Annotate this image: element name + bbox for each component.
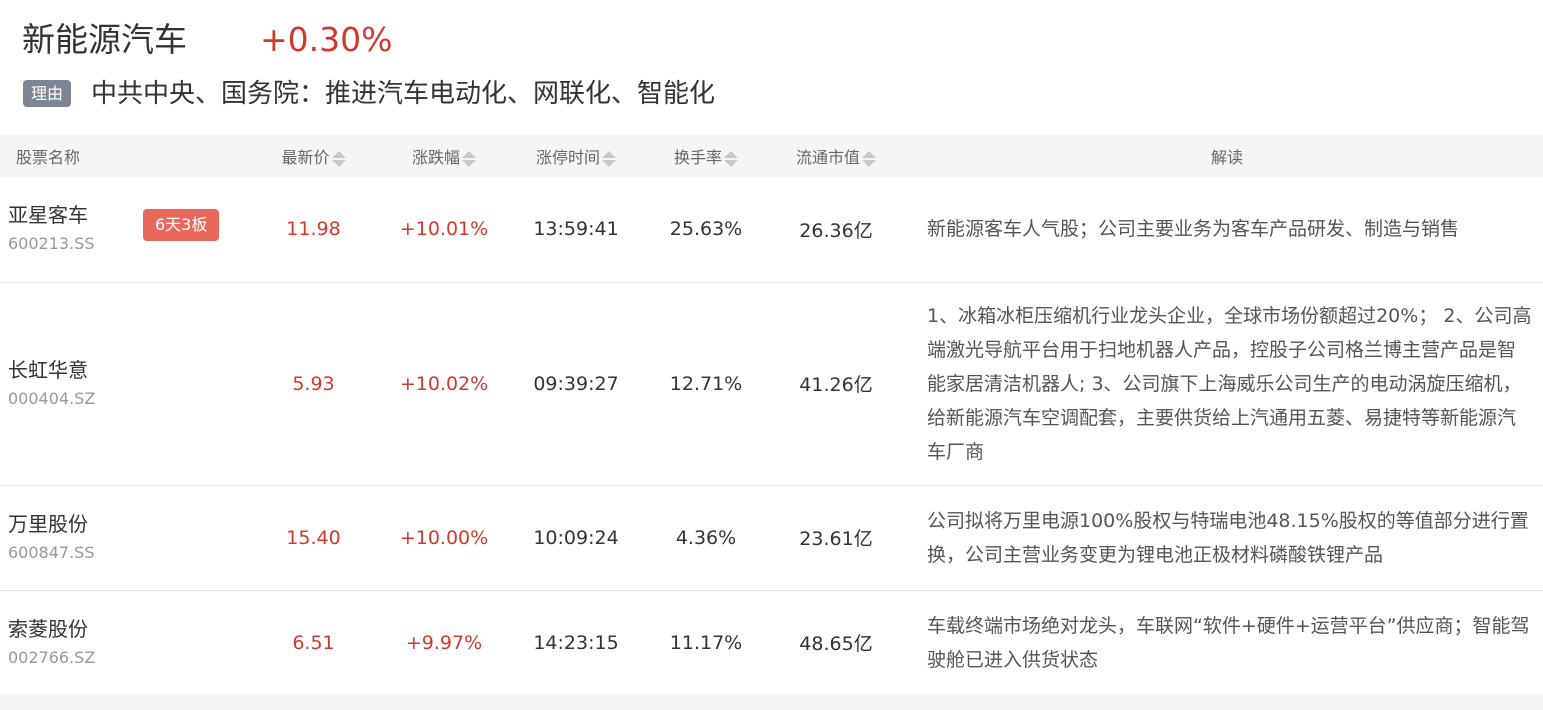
col-header-name: 股票名称	[0, 135, 240, 177]
market-cap-cell: 23.61亿	[799, 528, 873, 550]
table-row[interactable]: 万里股份 600847.SS 15.40 +10.00% 10:09:24 4.…	[0, 485, 1543, 590]
limit-time-cell: 09:39:27	[533, 372, 619, 395]
stock-name-cell[interactable]: 亚星客车 600213.SS 6天3板	[0, 177, 240, 282]
sort-icon[interactable]	[602, 150, 616, 168]
stock-name[interactable]: 万里股份	[8, 510, 240, 538]
change-cell: +9.97%	[405, 631, 483, 654]
table-row[interactable]: 长虹华意 000404.SZ 5.93 +10.02% 09:39:27 12.…	[0, 282, 1543, 485]
reason-text: 中共中央、国务院：推进汽车电动化、网联化、智能化	[91, 79, 716, 109]
col-header-change-label: 涨跌幅	[411, 148, 460, 167]
reason-badge: 理由	[23, 80, 71, 107]
sort-icon[interactable]	[331, 150, 346, 168]
stock-table: 股票名称 最新价 涨跌幅 涨停时间 换手率 流通市值 解读 亚星客车 60021…	[0, 135, 1543, 695]
sort-icon[interactable]	[462, 150, 476, 168]
col-header-market-cap[interactable]: 流通市值	[761, 135, 911, 177]
table-footer-strip	[0, 694, 1543, 710]
price-cell: 5.93	[292, 372, 335, 395]
change-cell: +10.00%	[399, 526, 489, 549]
price-cell: 11.98	[286, 218, 341, 241]
table-row[interactable]: 亚星客车 600213.SS 6天3板 11.98 +10.01% 13:59:…	[0, 177, 1543, 282]
col-header-change[interactable]: 涨跌幅	[387, 135, 501, 177]
market-cap-cell: 48.65亿	[799, 633, 873, 656]
change-cell: +10.01%	[399, 218, 489, 241]
table-header-row: 股票名称 最新价 涨跌幅 涨停时间 换手率 流通市值 解读	[0, 135, 1543, 177]
col-header-analysis: 解读	[911, 135, 1543, 177]
limit-time-cell: 13:59:41	[533, 218, 619, 241]
analysis-cell: 1、冰箱冰柜压缩机行业龙头企业，全球市场份额超过20%； 2、公司高端激光导航平…	[927, 304, 1532, 463]
stock-name[interactable]: 长虹华意	[8, 356, 240, 384]
change-cell: +10.02%	[399, 372, 489, 395]
limit-time-cell: 10:09:24	[533, 526, 619, 549]
stock-name-cell[interactable]: 长虹华意 000404.SZ	[0, 282, 240, 485]
table-row[interactable]: 索菱股份 002766.SZ 6.51 +9.97% 14:23:15 11.1…	[0, 590, 1543, 695]
col-header-turnover-label: 换手率	[673, 148, 722, 167]
col-header-limit-time[interactable]: 涨停时间	[501, 135, 651, 177]
turnover-cell: 25.63%	[669, 218, 743, 241]
col-header-name-label: 股票名称	[16, 148, 81, 167]
market-cap-cell: 26.36亿	[799, 219, 873, 242]
turnover-cell: 4.36%	[675, 526, 737, 549]
sort-icon[interactable]	[724, 150, 738, 168]
analysis-cell: 新能源客车人气股；公司主要业务为客车产品研发、制造与销售	[927, 218, 1460, 241]
sort-icon[interactable]	[862, 150, 876, 168]
col-header-price[interactable]: 最新价	[240, 135, 387, 177]
col-header-limit-time-label: 涨停时间	[535, 148, 600, 167]
col-header-market-cap-label: 流通市值	[795, 148, 860, 167]
limit-time-cell: 14:23:15	[533, 631, 619, 654]
stock-name-cell[interactable]: 万里股份 600847.SS	[0, 485, 240, 590]
market-cap-cell: 41.26亿	[799, 374, 873, 396]
stock-name[interactable]: 索菱股份	[8, 615, 240, 643]
turnover-cell: 11.17%	[669, 631, 743, 654]
stock-code: 600847.SS	[8, 542, 95, 562]
sector-change: +0.30%	[260, 20, 393, 59]
col-header-turnover[interactable]: 换手率	[651, 135, 761, 177]
sector-name: 新能源汽车	[22, 20, 187, 59]
stock-code: 002766.SZ	[8, 647, 96, 667]
price-cell: 6.51	[292, 631, 335, 654]
limit-board-badge: 6天3板	[143, 209, 220, 242]
stock-name-cell[interactable]: 索菱股份 002766.SZ	[0, 590, 240, 695]
analysis-cell: 车载终端市场绝对龙头，车联网“软件+硬件+运营平台”供应商；智能驾驶舱已进入供货…	[927, 614, 1530, 671]
col-header-analysis-label: 解读	[1210, 148, 1243, 167]
analysis-cell: 公司拟将万里电源100%股权与特瑞电池48.15%股权的等值部分进行置换，公司主…	[927, 509, 1529, 566]
col-header-price-label: 最新价	[281, 148, 330, 167]
price-cell: 15.40	[286, 526, 341, 549]
turnover-cell: 12.71%	[669, 372, 743, 395]
stock-code: 000404.SZ	[8, 388, 96, 408]
sector-header: 新能源汽车 +0.30% 理由 中共中央、国务院：推进汽车电动化、网联化、智能化	[0, 0, 1543, 135]
